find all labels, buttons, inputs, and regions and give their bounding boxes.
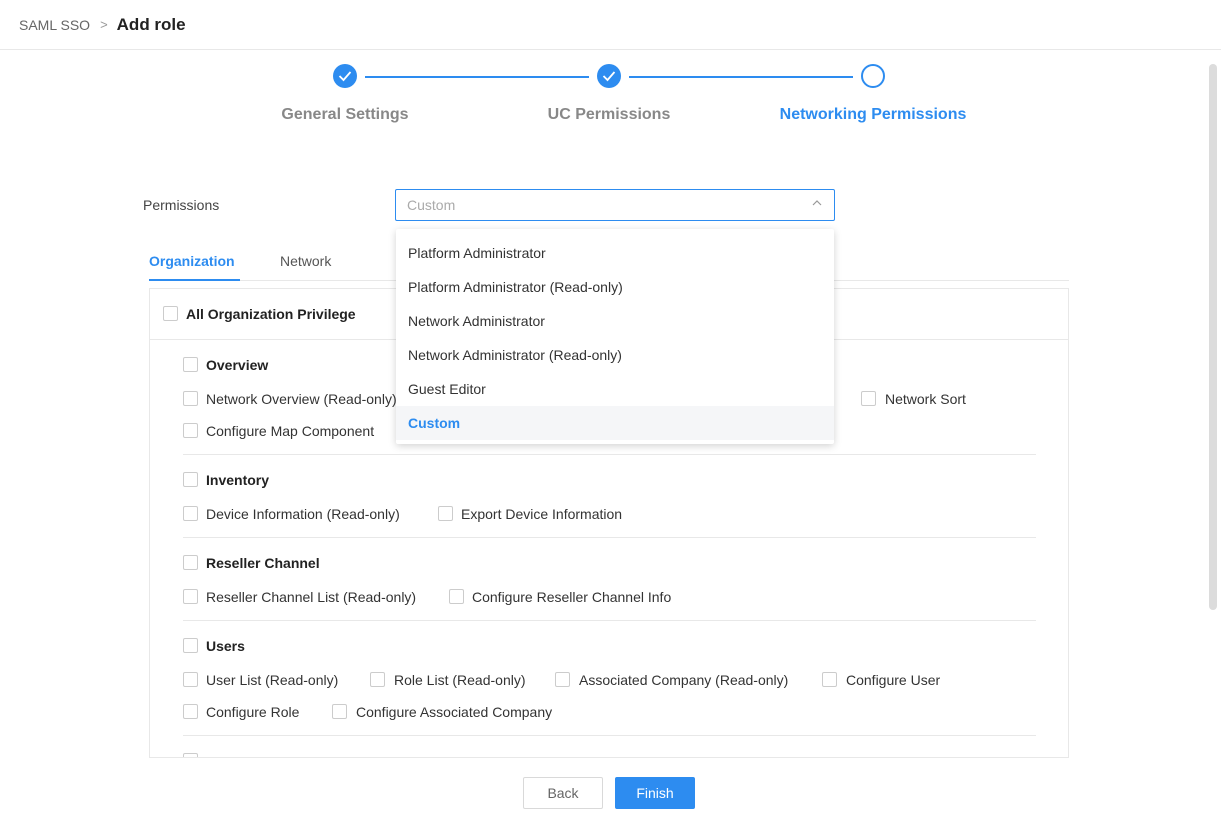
permissions-select[interactable]: Custom bbox=[395, 189, 835, 221]
option-platform-administrator[interactable]: Platform Administrator bbox=[396, 236, 834, 270]
configure-map-label: Configure Map Component bbox=[206, 423, 375, 439]
configure-user-label: Configure User bbox=[846, 672, 941, 688]
permissions-label: Permissions bbox=[143, 197, 220, 213]
network-overview-checkbox[interactable] bbox=[183, 391, 198, 406]
option-network-administrator-read-only[interactable]: Network Administrator (Read-only) bbox=[396, 338, 834, 372]
user-list-label: User List (Read-only) bbox=[206, 672, 339, 688]
configure-user-checkbox[interactable] bbox=[822, 672, 837, 687]
step-connector bbox=[629, 76, 853, 78]
option-guest-editor[interactable]: Guest Editor bbox=[396, 372, 834, 406]
associated-company-checkbox[interactable] bbox=[555, 672, 570, 687]
reseller-list-checkbox[interactable] bbox=[183, 589, 198, 604]
next-section-checkbox[interactable] bbox=[183, 753, 198, 757]
option-network-administrator[interactable]: Network Administrator bbox=[396, 304, 834, 338]
option-custom[interactable]: Custom bbox=[396, 406, 834, 440]
tab-active-indicator bbox=[149, 279, 240, 281]
role-list-label: Role List (Read-only) bbox=[394, 672, 526, 688]
inventory-title: Inventory bbox=[206, 472, 270, 488]
user-list-checkbox[interactable] bbox=[183, 672, 198, 687]
inventory-checkbox[interactable] bbox=[183, 472, 198, 487]
network-overview-label: Network Overview (Read-only) bbox=[206, 391, 397, 407]
section-divider bbox=[183, 454, 1036, 455]
reseller-list-label: Reseller Channel List (Read-only) bbox=[206, 589, 417, 605]
configure-role-label: Configure Role bbox=[206, 704, 300, 720]
all-privilege-checkbox[interactable] bbox=[163, 306, 178, 321]
users-title: Users bbox=[206, 638, 245, 654]
all-privilege-label: All Organization Privilege bbox=[186, 306, 356, 322]
configure-reseller-checkbox[interactable] bbox=[449, 589, 464, 604]
page-title: Add role bbox=[116, 14, 186, 34]
section-divider bbox=[183, 620, 1036, 621]
back-button[interactable]: Back bbox=[523, 777, 603, 809]
configure-map-checkbox[interactable] bbox=[183, 423, 198, 438]
step-2-check-icon bbox=[597, 64, 621, 88]
step-connector bbox=[365, 76, 589, 78]
role-list-checkbox[interactable] bbox=[370, 672, 385, 687]
step-label-networking-permissions: Networking Permissions bbox=[779, 106, 967, 123]
network-sort-checkbox[interactable] bbox=[861, 391, 876, 406]
step-label-general-settings: General Settings bbox=[281, 106, 409, 123]
configure-associated-company-checkbox[interactable] bbox=[332, 704, 347, 719]
step-3-circle-icon bbox=[861, 64, 885, 88]
device-info-label: Device Information (Read-only) bbox=[206, 506, 400, 522]
overview-checkbox[interactable] bbox=[183, 357, 198, 372]
reseller-channel-title: Reseller Channel bbox=[206, 555, 320, 571]
breadcrumb-separator: > bbox=[100, 17, 108, 32]
section-divider bbox=[183, 735, 1036, 736]
tab-organization[interactable]: Organization bbox=[149, 253, 235, 269]
tab-network[interactable]: Network bbox=[280, 253, 331, 269]
export-device-label: Export Device Information bbox=[461, 506, 623, 522]
configure-role-checkbox[interactable] bbox=[183, 704, 198, 719]
stepper: General Settings UC Permissions Networki… bbox=[0, 64, 1221, 134]
users-checkbox[interactable] bbox=[183, 638, 198, 653]
export-device-checkbox[interactable] bbox=[438, 506, 453, 521]
breadcrumb-parent-link[interactable]: SAML SSO bbox=[19, 17, 90, 33]
section-divider bbox=[183, 537, 1036, 538]
configure-reseller-label: Configure Reseller Channel Info bbox=[472, 589, 672, 605]
network-sort-label: Network Sort bbox=[885, 391, 966, 407]
reseller-channel-checkbox[interactable] bbox=[183, 555, 198, 570]
page-header: SAML SSO > Add role bbox=[0, 0, 1221, 50]
permissions-dropdown-menu: Platform Administrator Platform Administ… bbox=[396, 229, 834, 444]
step-1-check-icon bbox=[333, 64, 357, 88]
configure-associated-company-label: Configure Associated Company bbox=[356, 704, 553, 720]
vertical-scrollbar[interactable] bbox=[1209, 64, 1217, 610]
associated-company-label: Associated Company (Read-only) bbox=[579, 672, 789, 688]
step-label-uc-permissions: UC Permissions bbox=[547, 106, 671, 123]
device-info-checkbox[interactable] bbox=[183, 506, 198, 521]
option-platform-administrator-read-only[interactable]: Platform Administrator (Read-only) bbox=[396, 270, 834, 304]
chevron-up-icon bbox=[812, 200, 822, 206]
overview-title: Overview bbox=[206, 357, 269, 373]
finish-button[interactable]: Finish bbox=[615, 777, 695, 809]
permissions-select-value: Custom bbox=[407, 197, 456, 213]
